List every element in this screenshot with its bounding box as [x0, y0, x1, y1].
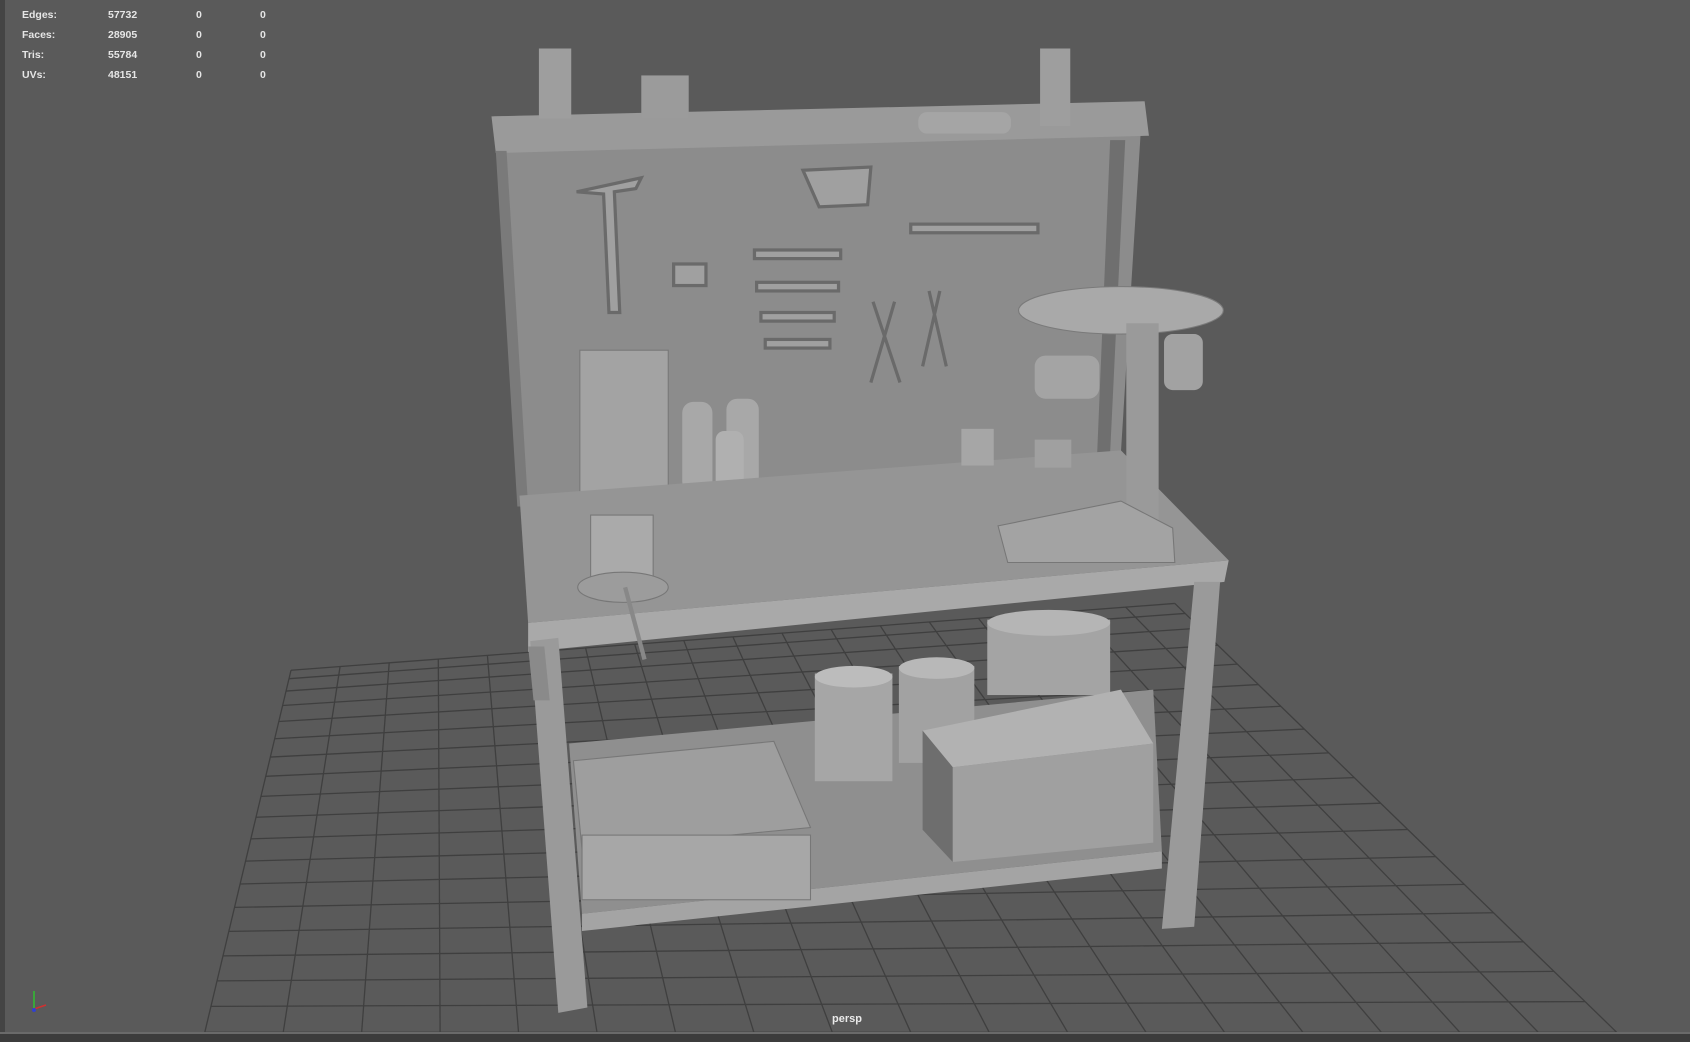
- hud-label: Faces:: [22, 29, 56, 41]
- hud-value: 48151: [108, 69, 138, 81]
- hud-extra: 0: [260, 29, 266, 41]
- camera-label: persp: [832, 1013, 862, 1025]
- grid-line: [1174, 602, 1618, 1033]
- viewport-bottom-border: [0, 1032, 1690, 1042]
- hud-extra: 0: [260, 49, 266, 61]
- hud-extra: 0: [260, 9, 266, 21]
- viewport-left-border: [0, 0, 5, 1042]
- grid-line: [210, 1000, 1586, 1008]
- axis-gizmo-icon: [32, 991, 47, 1012]
- bench-leg: [1161, 581, 1221, 929]
- hud-value: 28905: [108, 29, 138, 41]
- hud-extra: 0: [260, 69, 266, 81]
- hud-label: UVs:: [22, 69, 46, 81]
- grid-line: [282, 666, 341, 1033]
- grid-line: [222, 941, 1524, 957]
- hud-selected: 0: [196, 49, 202, 61]
- hud-value: 57732: [108, 9, 138, 21]
- grid-line: [361, 662, 390, 1033]
- hud-label: Edges:: [22, 9, 58, 21]
- hud-selected: 0: [196, 9, 202, 21]
- hud-value: 55784: [108, 49, 138, 61]
- viewport-3d[interactable]: Edges: 57732 0 0 Faces: 28905 0 0 Tris: …: [0, 0, 1690, 1042]
- hud-label: Tris:: [22, 49, 45, 61]
- hud-selected: 0: [196, 69, 202, 81]
- scene-workbench-model[interactable]: [0, 0, 1690, 1042]
- grid-line: [204, 670, 292, 1033]
- grid-line: [486, 655, 520, 1033]
- grid-line: [437, 659, 441, 1033]
- grid-line: [217, 970, 1554, 982]
- hud-selected: 0: [196, 29, 202, 41]
- grid-line: [228, 912, 1494, 933]
